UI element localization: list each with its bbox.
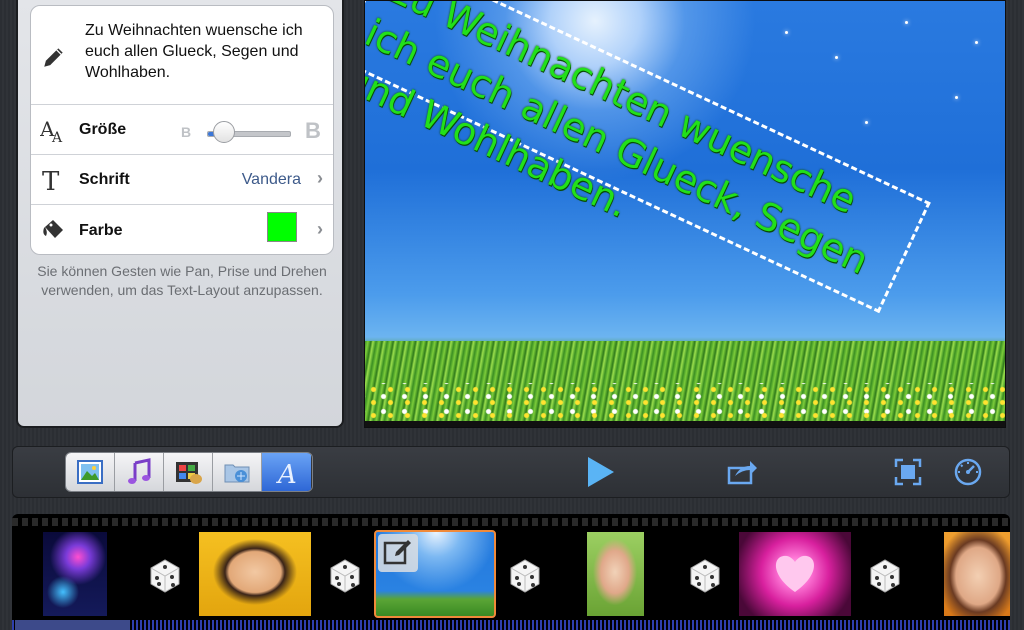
share-icon — [727, 461, 757, 485]
large-size-icon: B — [305, 118, 321, 143]
text-settings-card: Zu Weihnachten wuensche ich euch allen G… — [30, 5, 334, 255]
film-sprockets — [12, 518, 1010, 526]
folder-button[interactable] — [213, 453, 262, 491]
clip-pink-heart[interactable] — [739, 532, 851, 616]
edit-clip-button[interactable] — [378, 534, 418, 572]
clip-fireworks[interactable] — [43, 532, 107, 616]
fullscreen-button[interactable] — [891, 455, 925, 489]
photos-icon — [77, 460, 103, 484]
share-button[interactable] — [725, 455, 759, 489]
speed-button[interactable] — [951, 455, 985, 489]
clip-sky-grass-selected[interactable] — [374, 530, 496, 618]
music-icon — [128, 458, 151, 484]
film-icon — [176, 462, 202, 484]
fullscreen-icon — [894, 458, 922, 486]
folder-icon — [224, 464, 250, 483]
video-preview[interactable]: Zu Weihnachten wuensche ich euch allen G… — [364, 0, 1006, 428]
chevron-right-icon: › — [317, 219, 323, 239]
play-icon — [588, 457, 614, 487]
paint-bucket-icon — [39, 215, 69, 245]
edit-icon — [383, 540, 411, 565]
color-swatch[interactable] — [267, 212, 297, 242]
heart-icon — [775, 555, 815, 592]
size-row: AA Größe B B — [31, 104, 333, 154]
play-button[interactable] — [583, 455, 617, 489]
font-value: Vandera — [241, 171, 301, 188]
text-button[interactable]: A — [262, 453, 311, 491]
star — [905, 21, 908, 24]
text-icon: A — [276, 460, 297, 487]
star — [955, 96, 958, 99]
color-label: Farbe — [79, 222, 123, 239]
help-text: Sie können Gesten wie Pan, Prise und Dre… — [37, 263, 327, 298]
clip-woman-smiling[interactable] — [199, 532, 311, 616]
small-size-icon: B — [181, 124, 192, 140]
timeline-track-label — [15, 620, 130, 630]
clip-child-meadow[interactable] — [587, 532, 644, 616]
music-button[interactable] — [115, 453, 164, 491]
flowers — [365, 383, 1005, 421]
transition-dice-icon[interactable] — [865, 554, 905, 594]
size-label: Größe — [79, 121, 127, 138]
transition-dice-icon[interactable] — [325, 554, 365, 594]
speed-icon — [954, 458, 982, 486]
pencil-icon — [39, 42, 69, 72]
toolbar: A — [12, 446, 1010, 498]
font-icon: T — [39, 165, 69, 195]
transition-dice-icon[interactable] — [685, 554, 725, 594]
text-value[interactable]: Zu Weihnachten wuensche ich euch allen G… — [85, 20, 325, 83]
star — [865, 121, 868, 124]
chevron-right-icon: › — [317, 168, 323, 188]
star — [835, 56, 838, 59]
size-slider-thumb[interactable] — [213, 121, 235, 143]
transition-dice-icon[interactable] — [145, 554, 185, 594]
audio-waveform — [12, 620, 1010, 630]
svg-text:A: A — [276, 460, 297, 487]
svg-text:A: A — [51, 130, 63, 144]
text-settings-panel: Zu Weihnachten wuensche ich euch allen G… — [16, 0, 344, 428]
timeline[interactable] — [12, 514, 1010, 630]
tool-segmented-control: A — [65, 452, 313, 492]
film-button[interactable] — [164, 453, 213, 491]
text-row[interactable]: Zu Weihnachten wuensche ich euch allen G… — [31, 6, 333, 104]
color-row[interactable]: Farbe › — [31, 204, 333, 254]
star — [785, 31, 788, 34]
clip-woman-portrait[interactable] — [944, 532, 1010, 616]
svg-text:T: T — [42, 167, 60, 194]
font-label: Schrift — [79, 171, 130, 188]
transition-dice-icon[interactable] — [505, 554, 545, 594]
star — [975, 41, 978, 44]
font-size-icon: AA — [39, 115, 69, 145]
photos-button[interactable] — [66, 453, 115, 491]
font-row[interactable]: T Schrift Vandera › — [31, 154, 333, 204]
